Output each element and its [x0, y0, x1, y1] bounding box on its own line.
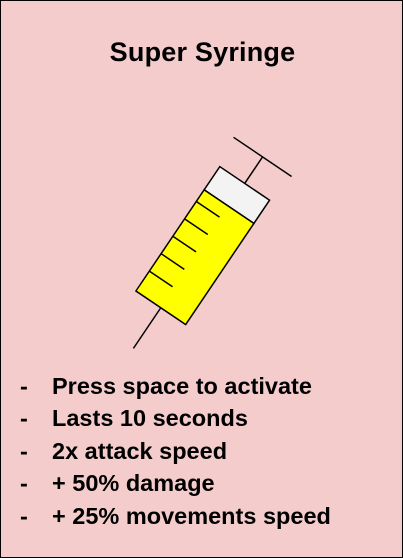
feature-item: - Lasts 10 seconds: [20, 405, 331, 437]
powerup-card: Super Syringe - Press space to activate: [0, 0, 403, 558]
feature-text: + 50% damage: [52, 470, 215, 497]
feature-bullet: -: [20, 470, 28, 497]
feature-bullet: -: [20, 405, 28, 432]
feature-text: Press space to activate: [52, 373, 312, 399]
feature-text: + 25% movements speed: [52, 502, 331, 529]
syringe-needle: [132, 307, 162, 349]
feature-bullet: -: [20, 373, 28, 399]
feature-list: - Press space to activate - Lasts 10 sec…: [20, 373, 331, 535]
feature-item: - Press space to activate: [20, 373, 331, 405]
feature-item: - 2x attack speed: [20, 438, 331, 470]
feature-bullet: -: [20, 502, 28, 529]
syringe-plunger-rod: [244, 156, 264, 184]
syringe-plunger-handle: [233, 136, 293, 178]
feature-bullet: -: [20, 437, 28, 464]
feature-text: 2x attack speed: [52, 437, 228, 464]
feature-item: - + 50% damage: [20, 470, 331, 502]
feature-text: Lasts 10 seconds: [52, 405, 248, 432]
feature-item: - + 25% movements speed: [20, 503, 331, 535]
